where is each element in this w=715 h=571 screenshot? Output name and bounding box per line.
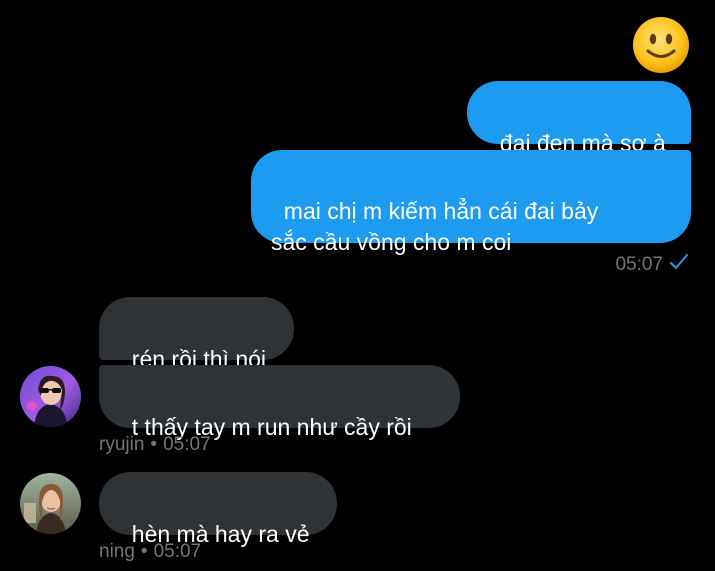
incoming-meta: ning • 05:07 [99, 541, 201, 563]
outgoing-message[interactable]: đai đen mà sợ à [467, 81, 691, 156]
message-text: mai chị m kiếm hẳn cái đai bảy sắc cầu v… [271, 198, 599, 255]
separator: • [140, 541, 148, 562]
message-time: 05:07 [163, 434, 211, 455]
message-time: 05:07 [615, 254, 663, 275]
outgoing-message[interactable]: mai chị m kiếm hẳn cái đai bảy sắc cầu v… [251, 150, 691, 255]
separator: • [150, 434, 158, 455]
slightly-smiling-face-icon [632, 16, 690, 74]
message-time: 05:07 [153, 541, 202, 562]
incoming-meta: ryujin • 05:07 [99, 434, 211, 456]
ryujin-avatar[interactable] [20, 366, 81, 427]
outgoing-meta: 05:07 [615, 253, 689, 277]
incoming-message[interactable]: rén rồi thì nói [99, 297, 294, 372]
ning-avatar[interactable] [20, 473, 81, 534]
sender-name: ning [99, 541, 135, 562]
incoming-message[interactable]: hèn mà hay ra vẻ [99, 472, 337, 547]
check-icon [669, 253, 689, 277]
incoming-message[interactable]: t thấy tay m run như cầy rồi [99, 365, 460, 440]
sender-name: ryujin [99, 434, 145, 455]
